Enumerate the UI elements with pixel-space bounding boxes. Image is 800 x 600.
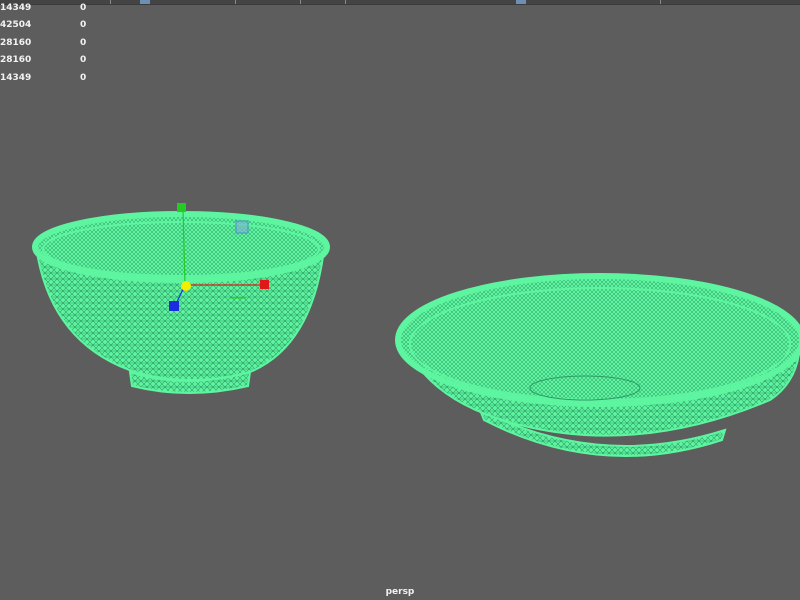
hud-value: 28160 (0, 55, 32, 65)
hud-value: 0 (80, 38, 87, 48)
hud-row: 28160 0 (0, 53, 120, 67)
y-axis-handle[interactable] (177, 203, 186, 212)
hud-row: 14349 0 (0, 71, 120, 85)
toolbar-separator (660, 0, 661, 4)
hud-row: 42504 0 (0, 18, 120, 32)
x-axis-handle[interactable] (260, 280, 269, 289)
hud-row: 28160 0 (0, 36, 120, 50)
toolbar-icon[interactable] (516, 0, 526, 4)
hud-row: 14349 0 (0, 1, 120, 15)
hud-value: 14349 (0, 3, 32, 13)
hud-value: 0 (80, 20, 87, 30)
hud-value: 42504 (0, 20, 32, 30)
toolbar-separator (300, 0, 301, 4)
bowl-mesh[interactable] (32, 211, 330, 394)
toolbar-separator (235, 0, 236, 4)
hud-value: 14349 (0, 73, 32, 83)
hud-value: 0 (80, 73, 87, 83)
z-axis-handle[interactable] (169, 301, 179, 311)
toolbar-strip (0, 0, 800, 5)
hud-value: 0 (80, 55, 87, 65)
plane-handle[interactable] (235, 220, 249, 234)
plate-mesh[interactable] (395, 273, 800, 457)
viewport-3d[interactable] (0, 0, 800, 600)
toolbar-icon[interactable] (140, 0, 150, 4)
toolbar-separator (345, 0, 346, 4)
center-handle[interactable] (181, 281, 191, 291)
camera-name-label: persp (385, 587, 415, 597)
scene-canvas[interactable] (0, 0, 800, 600)
hud-value: 28160 (0, 38, 32, 48)
hud-value: 0 (80, 3, 87, 13)
